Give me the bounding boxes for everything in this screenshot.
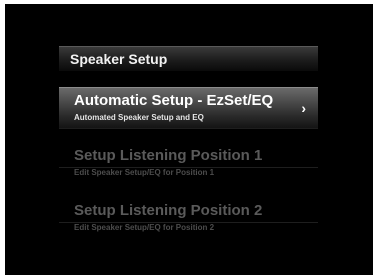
menu-item-subtitle: Edit Speaker Setup/EQ for Position 2 — [74, 223, 215, 232]
menu-item-listening-position-2[interactable]: Setup Listening Position 2 Edit Speaker … — [59, 198, 318, 238]
menu-item-title: Automatic Setup - EzSet/EQ — [74, 92, 274, 109]
divider — [59, 167, 318, 168]
panel-title: Speaker Setup — [70, 51, 168, 67]
panel-header: Speaker Setup — [59, 46, 318, 71]
chevron-right-icon[interactable]: › — [301, 100, 306, 116]
divider — [59, 128, 318, 129]
menu-item-subtitle: Automated Speaker Setup and EQ — [74, 113, 204, 122]
divider — [59, 222, 318, 223]
menu-item-listening-position-1[interactable]: Setup Listening Position 1 Edit Speaker … — [59, 143, 318, 183]
menu-item-title: Setup Listening Position 2 — [74, 202, 263, 219]
menu-item-automatic-setup[interactable]: Automatic Setup - EzSet/EQ Automated Spe… — [59, 87, 318, 128]
tv-screen: Speaker Setup Automatic Setup - EzSet/EQ… — [5, 4, 373, 275]
menu-item-subtitle: Edit Speaker Setup/EQ for Position 1 — [74, 168, 215, 177]
menu-item-title: Setup Listening Position 1 — [74, 147, 263, 164]
